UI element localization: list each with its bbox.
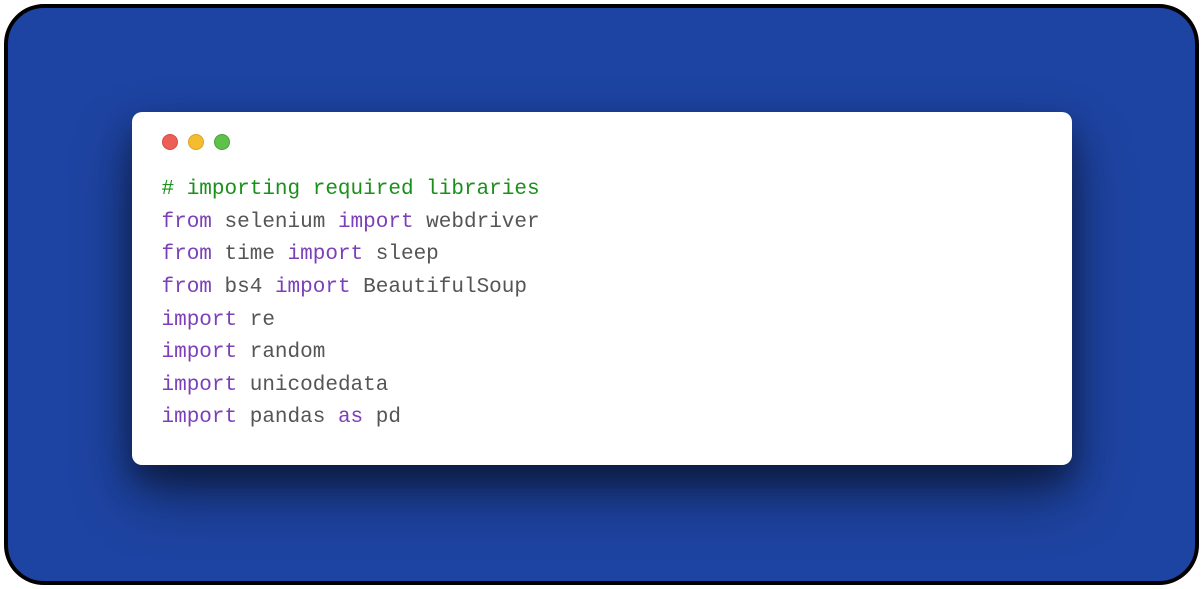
code-token: random [237, 341, 325, 364]
code-token: import [162, 374, 238, 397]
code-token: from [162, 211, 212, 234]
code-line: import unicodedata [162, 370, 1042, 403]
code-token: import [338, 211, 414, 234]
close-icon[interactable] [162, 134, 178, 150]
code-token: pandas [237, 406, 338, 429]
code-line: import re [162, 305, 1042, 338]
code-window: # importing required libraries from selen… [132, 112, 1072, 464]
background-card: # importing required libraries from selen… [4, 4, 1199, 585]
code-line: from time import sleep [162, 239, 1042, 272]
code-token: import [162, 406, 238, 429]
code-token: pd [363, 406, 401, 429]
code-line: from selenium import webdriver [162, 207, 1042, 240]
code-token: import [162, 309, 238, 332]
code-token: webdriver [414, 211, 540, 234]
maximize-icon[interactable] [214, 134, 230, 150]
code-line: import pandas as pd [162, 402, 1042, 435]
code-token: bs4 [212, 276, 275, 299]
code-token: selenium [212, 211, 338, 234]
code-token: from [162, 243, 212, 266]
code-block: # importing required libraries from selen… [162, 174, 1042, 434]
code-token: import [275, 276, 351, 299]
code-token: BeautifulSoup [351, 276, 527, 299]
code-token: # importing required libraries [162, 178, 540, 201]
code-token: unicodedata [237, 374, 388, 397]
code-line: import random [162, 337, 1042, 370]
code-token: from [162, 276, 212, 299]
code-token: time [212, 243, 288, 266]
code-line: from bs4 import BeautifulSoup [162, 272, 1042, 305]
window-titlebar [162, 134, 1042, 150]
code-token: import [162, 341, 238, 364]
code-token: re [237, 309, 275, 332]
minimize-icon[interactable] [188, 134, 204, 150]
code-token: import [288, 243, 364, 266]
code-token: sleep [363, 243, 439, 266]
code-token: as [338, 406, 363, 429]
code-line: # importing required libraries [162, 174, 1042, 207]
